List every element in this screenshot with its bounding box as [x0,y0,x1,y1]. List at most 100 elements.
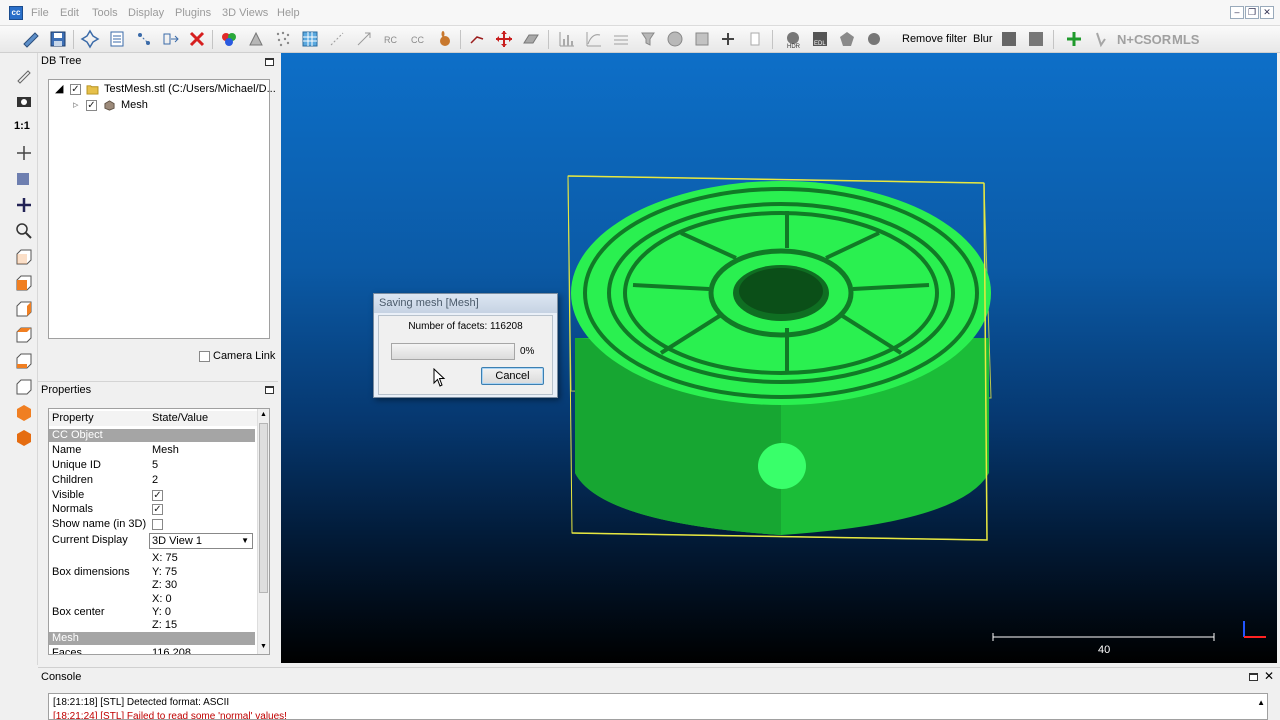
transform-icon[interactable] [80,29,100,49]
align-icon[interactable] [354,29,374,49]
mls-button[interactable]: MLS [1172,32,1199,47]
add-point-icon[interactable] [1064,29,1084,49]
property-column-header: Property [52,412,94,424]
pivot-icon[interactable] [14,143,34,163]
ssao-sphere-icon[interactable] [837,29,857,49]
sf-icon[interactable] [692,29,712,49]
value-column-header: State/Value [152,412,209,424]
visible-checkbox[interactable]: ✓ [152,490,163,501]
blur-button[interactable]: Blur [973,33,993,45]
normals-checkbox[interactable]: ✓ [152,504,163,515]
open-icon[interactable] [21,29,41,49]
properties-scrollbar[interactable]: ▲ ▼ [257,409,269,654]
projection-icon[interactable] [14,169,34,189]
scatter-icon[interactable] [327,29,347,49]
minimize-icon[interactable]: – [1230,6,1244,19]
tree-item-file[interactable]: TestMesh.stl (C:/Users/Michael/D... [104,82,276,97]
scroll-up-icon[interactable]: ▲ [260,411,267,418]
plane-icon[interactable] [521,29,541,49]
iso-back-icon[interactable] [14,428,34,448]
ssao-icon[interactable] [1026,29,1046,49]
iso-front-icon[interactable] [14,403,34,423]
box-dim-z: Z: 30 [152,579,178,591]
filter-icon[interactable] [638,29,658,49]
stat-icon[interactable] [611,29,631,49]
menu-bar: cc File Edit Tools Display Plugins 3D Vi… [0,0,1280,26]
export-icon[interactable] [161,29,181,49]
zoom-1-1-button[interactable]: 1:1 [14,116,34,136]
view-left-icon[interactable] [14,299,34,319]
property-key: Name [52,444,82,456]
histogram-icon[interactable] [557,29,577,49]
view-top-icon[interactable] [14,247,34,267]
menu-help[interactable]: Help [277,7,300,19]
view-front-icon[interactable] [14,273,34,293]
pick-icon[interactable] [467,29,487,49]
tree-expand-icon[interactable]: ◢ [55,82,63,97]
list-icon[interactable] [107,29,127,49]
sor-button[interactable]: SOR [1143,32,1171,47]
camera-link-checkbox[interactable] [199,351,210,362]
segment-icon[interactable] [1091,29,1111,49]
float-panel-icon[interactable] [265,386,274,394]
scroll-down-icon[interactable]: ▼ [260,643,267,650]
remove-filter-button[interactable]: Remove filter [902,33,967,45]
view-back-icon[interactable] [14,325,34,345]
property-key: Faces [52,647,82,655]
view-right-icon[interactable] [14,351,34,371]
grid-icon[interactable] [300,29,320,49]
view-bottom-icon[interactable] [14,377,34,397]
camera-link-label[interactable]: Camera Link [213,349,275,364]
menu-plugins[interactable]: Plugins [175,7,211,19]
svg-text:HDR: HDR [787,44,801,49]
db-tree: ◢ ✓ TestMesh.stl (C:/Users/Michael/D... … [48,79,276,339]
close-window-icon[interactable]: ✕ [1260,6,1274,19]
property-row: Children 2 [49,473,257,488]
center-icon[interactable] [14,195,34,215]
bunny-icon[interactable] [435,29,455,49]
normals-icon[interactable] [246,29,266,49]
tree-item-checkbox[interactable]: ✓ [70,84,81,95]
menu-file[interactable]: File [31,7,49,19]
restore-icon[interactable]: ❐ [1245,6,1259,19]
show-name-checkbox[interactable] [152,519,163,530]
tree-item-checkbox[interactable]: ✓ [86,100,97,111]
camera-icon[interactable] [14,91,34,111]
cancel-button[interactable]: Cancel [481,367,544,385]
add-icon[interactable] [718,29,738,49]
save-icon[interactable] [48,29,68,49]
dialog-titlebar[interactable]: Saving mesh [Mesh] [374,294,557,313]
cc-icon[interactable]: CC [408,29,428,49]
translate-icon[interactable] [494,29,514,49]
menu-tools[interactable]: Tools [92,7,118,19]
current-display-dropdown[interactable]: 3D View 1 ▼ [149,533,253,549]
name-value[interactable]: Mesh [152,443,179,458]
delete-icon[interactable] [187,29,207,49]
tree-item-mesh[interactable]: Mesh [121,98,148,113]
menu-3d-views[interactable]: 3D Views [222,7,268,19]
hdr-icon[interactable]: HDR [783,29,803,50]
edl-icon[interactable]: EDL [810,29,830,49]
scroll-up-icon[interactable]: ▲ [1257,698,1265,707]
sample-points-icon[interactable] [273,29,293,49]
zoom-icon[interactable] [14,221,34,241]
curve-icon[interactable] [584,29,604,49]
close-panel-icon[interactable]: ✕ [1264,669,1274,683]
menu-display[interactable]: Display [128,7,164,19]
registration-icon[interactable] [134,29,154,49]
pencil-icon[interactable] [14,65,34,85]
doc-icon[interactable] [745,29,765,49]
menu-edit[interactable]: Edit [60,7,79,19]
nc-button[interactable]: N+C [1117,32,1143,47]
float-panel-icon[interactable] [1249,673,1258,681]
color-filter-icon[interactable] [999,29,1019,49]
float-panel-icon[interactable] [265,58,274,66]
rbd-icon[interactable] [864,29,884,49]
sphere-icon[interactable] [665,29,685,49]
scroll-thumb[interactable] [259,423,268,593]
tree-expand-icon[interactable]: ▹ [73,98,79,113]
color-icon[interactable] [219,29,239,49]
rc-icon[interactable]: RC [381,29,401,49]
console-log: [18:21:18] [STL] Detected format: ASCII … [48,693,1268,720]
property-key: Unique ID [52,459,101,471]
